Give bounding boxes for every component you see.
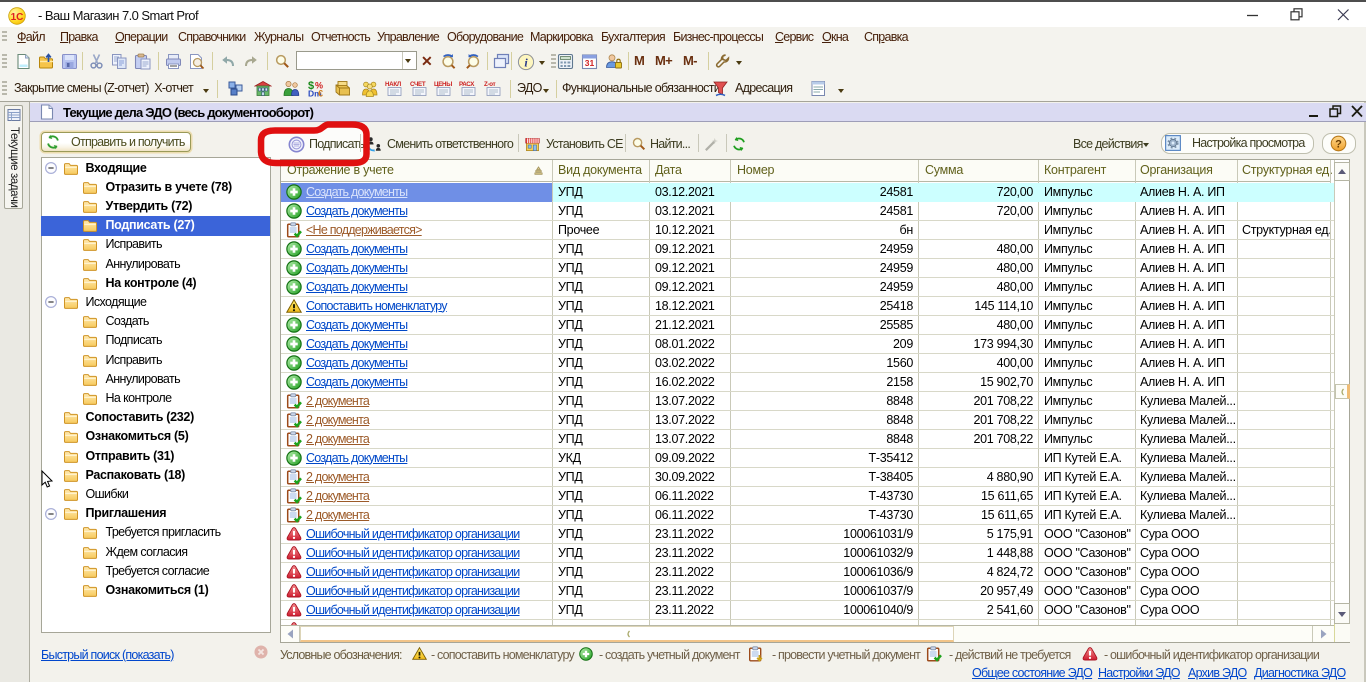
svg-text:1С: 1С bbox=[11, 12, 24, 23]
svg-text:НАКЛ: НАКЛ bbox=[385, 81, 401, 88]
svg-text:31: 31 bbox=[585, 58, 595, 68]
svg-text:РАСХ: РАСХ bbox=[459, 81, 475, 88]
svg-text:СЧЕТ: СЧЕТ bbox=[410, 81, 426, 88]
svg-text:Z-от: Z-от bbox=[484, 81, 496, 88]
svg-text:€: € bbox=[318, 89, 323, 98]
svg-text:ЦЕНЫ: ЦЕНЫ bbox=[434, 81, 452, 88]
